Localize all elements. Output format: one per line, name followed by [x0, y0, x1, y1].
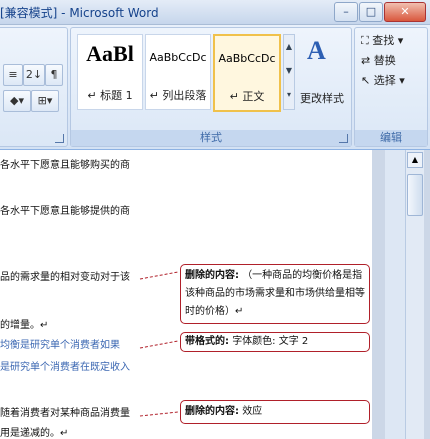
borders-icon[interactable]: ⊞▾ [31, 90, 59, 112]
change-styles-button[interactable]: A 更改样式 [297, 34, 347, 110]
editing-group: ⛶ 查找 ▾ ⇄ 替换 ↖ 选择 ▾ 编辑 [354, 27, 428, 147]
change-styles-label: 更改样式 [300, 92, 344, 105]
comment-balloon[interactable]: 删除的内容: 效应 [180, 400, 370, 424]
replace-icon: ⇄ [361, 54, 371, 67]
style-name-heading1: ↵ 标题 1 [87, 89, 133, 102]
comment-text: 效应 [242, 406, 263, 417]
show-formatting-button[interactable]: ¶ [45, 64, 63, 86]
binoculars-icon: ⛶ [361, 34, 369, 47]
editing-group-label: 编辑 [355, 130, 427, 146]
replace-label: 替换 [373, 54, 396, 67]
select-button[interactable]: ↖ 选择 ▾ [361, 72, 405, 90]
vertical-ruler [385, 150, 405, 439]
vertical-scrollbar[interactable]: ▲ [405, 150, 424, 439]
window-title: [兼容模式] - Microsoft Word [0, 6, 159, 20]
paragraph-group: ≡ 2↓ ¶ ◆▾ ⊞▾ [0, 27, 68, 147]
shading-icon[interactable]: ◆▾ [3, 90, 31, 112]
title-bar: [兼容模式] - Microsoft Word – □ ✕ [0, 0, 430, 25]
paragraph-launcher-icon[interactable] [55, 134, 64, 143]
style-name-list: ↵ 列出段落 [149, 89, 207, 102]
scroll-thumb[interactable] [407, 174, 423, 216]
styles-group-label: 样式 [71, 130, 351, 146]
sort-button[interactable]: 2↓ [23, 64, 45, 86]
comment-label: 带格式的: [185, 336, 229, 347]
style-list-paragraph[interactable]: AaBbCcDc ↵ 列出段落 [145, 34, 211, 110]
find-button[interactable]: ⛶ 查找 ▾ [361, 32, 403, 50]
find-label: 查找 [372, 34, 395, 47]
styles-group: AaBl ↵ 标题 1 AaBbCcDc ↵ 列出段落 AaBbCcDc ↵ 正… [70, 27, 352, 147]
align-button[interactable]: ≡ [3, 64, 23, 86]
maximize-button[interactable]: □ [359, 2, 383, 22]
styles-scroll-icon[interactable]: ▲ ▼ ▾ [283, 34, 295, 110]
comment-label: 删除的内容: [185, 270, 239, 281]
comment-text: 字体颜色: 文字 2 [232, 336, 309, 347]
replace-button[interactable]: ⇄ 替换 [361, 52, 396, 70]
style-heading1[interactable]: AaBl ↵ 标题 1 [77, 34, 143, 110]
document-page[interactable]: 各水平下愿意且能够购买的商 各水平下愿意且能够提供的商 品的需求量的相对变动对于… [0, 150, 372, 439]
ribbon: ≡ 2↓ ¶ ◆▾ ⊞▾ AaBl ↵ 标题 1 AaBbCcDc ↵ 列出段落… [0, 25, 430, 150]
style-sample-normal: AaBbCcDc [218, 52, 276, 65]
select-label: 选择 [373, 74, 396, 87]
style-sample-heading1: AaBl [86, 41, 134, 66]
style-sample-list: AaBbCcDc [149, 51, 207, 64]
minimize-button[interactable]: – [334, 2, 358, 22]
style-normal[interactable]: AaBbCcDc ↵ 正文 [213, 34, 281, 112]
comment-label: 删除的内容: [185, 406, 239, 417]
document-area: 各水平下愿意且能够购买的商 各水平下愿意且能够提供的商 品的需求量的相对变动对于… [0, 150, 430, 439]
style-name-normal: ↵ 正文 [229, 90, 265, 103]
change-styles-icon: A [307, 36, 326, 65]
cursor-icon: ↖ [361, 74, 371, 87]
styles-launcher-icon[interactable] [339, 134, 348, 143]
comment-balloon[interactable]: 删除的内容: （一种商品的均衡价格是指该种商品的市场需求量和市场供给量相等时的价… [180, 264, 370, 324]
comment-balloon[interactable]: 带格式的: 字体颜色: 文字 2 [180, 332, 370, 352]
scroll-up-icon[interactable]: ▲ [407, 152, 423, 168]
close-button[interactable]: ✕ [384, 2, 426, 22]
